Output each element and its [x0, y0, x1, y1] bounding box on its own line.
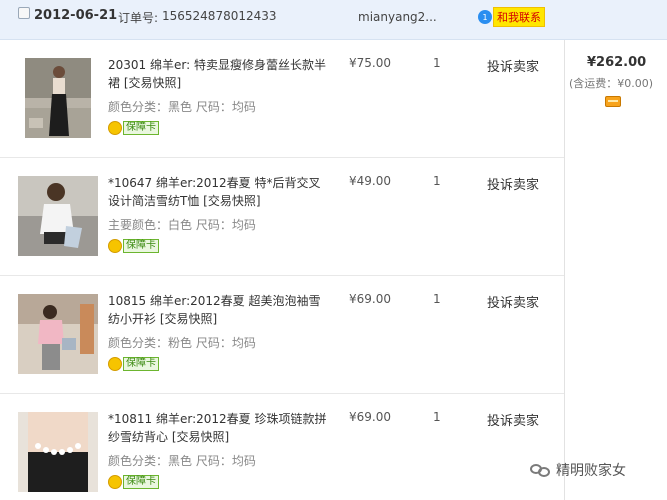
- order-item-row: 10815 绵羊er:2012春夏 超美泡泡袖雪纺小开衫 [交易快照] 颜色分类…: [0, 276, 564, 394]
- order-date: 2012-06-21: [34, 8, 118, 23]
- guarantee-icon: [108, 121, 122, 135]
- guarantee-card-badge[interactable]: 保障卡: [108, 356, 159, 372]
- wechat-icon: [530, 462, 552, 478]
- guarantee-label: 保障卡: [123, 475, 159, 489]
- product-quantity: 1: [433, 174, 441, 188]
- order-item-row: *10647 绵羊er:2012春夏 特*后背交叉设计简洁雪纺T恤 [交易快照]…: [0, 158, 564, 276]
- guarantee-card-badge[interactable]: 保障卡: [108, 120, 159, 136]
- order-item-row: *10811 绵羊er:2012春夏 珍珠项链款拼纱雪纺背心 [交易快照] 颜色…: [0, 394, 564, 500]
- order-total-column: ¥262.00 (含运费：¥0.00): [564, 40, 667, 500]
- product-thumbnail[interactable]: [18, 412, 98, 492]
- chat-bubble-icon: 1: [478, 10, 492, 24]
- guarantee-icon: [108, 475, 122, 489]
- order-checkbox[interactable]: [18, 7, 30, 19]
- product-price: ¥49.00: [349, 174, 391, 188]
- product-thumbnail[interactable]: [25, 58, 91, 138]
- complain-seller-link[interactable]: 投诉卖家: [487, 410, 539, 429]
- shipping-fee-note: (含运费：¥0.00): [569, 77, 654, 90]
- guarantee-label: 保障卡: [123, 357, 159, 371]
- product-thumbnail[interactable]: [18, 294, 98, 374]
- order-number: 156524878012433: [162, 9, 277, 23]
- order-total-amount: ¥262.00: [587, 55, 647, 70]
- product-title-link[interactable]: *10811 绵羊er:2012春夏 珍珠项链款拼纱雪纺背心 [交易快照]: [108, 410, 330, 446]
- product-attributes: 颜色分类：粉色 尺码：均码: [108, 336, 256, 350]
- payment-card-icon[interactable]: [605, 96, 621, 107]
- guarantee-label: 保障卡: [123, 239, 159, 253]
- product-attributes: 主要颜色：白色 尺码：均码: [108, 218, 256, 232]
- product-attributes: 颜色分类：黑色 尺码：均码: [108, 454, 256, 468]
- product-price: ¥69.00: [349, 292, 391, 306]
- product-quantity: 1: [433, 292, 441, 306]
- order-number-label: 订单号:: [118, 11, 159, 25]
- guarantee-label: 保障卡: [123, 121, 159, 135]
- product-price: ¥69.00: [349, 410, 391, 424]
- contact-seller-button[interactable]: 1 和我联系: [478, 7, 545, 27]
- watermark: 精明败家女: [530, 458, 626, 482]
- complain-seller-link[interactable]: 投诉卖家: [487, 174, 539, 193]
- guarantee-icon: [108, 239, 122, 253]
- product-quantity: 1: [433, 410, 441, 424]
- product-title-link[interactable]: *10647 绵羊er:2012春夏 特*后背交叉设计简洁雪纺T恤 [交易快照]: [108, 174, 330, 210]
- complain-seller-link[interactable]: 投诉卖家: [487, 292, 539, 311]
- guarantee-card-badge[interactable]: 保障卡: [108, 238, 159, 254]
- seller-name-link[interactable]: mianyang2...: [358, 10, 437, 24]
- order-item-row: 20301 绵羊er: 特卖显瘦修身蕾丝长款半裙 [交易快照] 颜色分类：黑色 …: [0, 40, 564, 158]
- watermark-text: 精明败家女: [556, 463, 626, 479]
- product-attributes: 颜色分类：黑色 尺码：均码: [108, 100, 256, 114]
- order-header: 2012-06-21 订单号: 156524878012433 mianyang…: [0, 0, 667, 40]
- product-quantity: 1: [433, 56, 441, 70]
- guarantee-icon: [108, 357, 122, 371]
- product-thumbnail[interactable]: [18, 176, 98, 256]
- complain-seller-link[interactable]: 投诉卖家: [487, 56, 539, 75]
- guarantee-card-badge[interactable]: 保障卡: [108, 474, 159, 490]
- product-price: ¥75.00: [349, 56, 391, 70]
- product-title-link[interactable]: 10815 绵羊er:2012春夏 超美泡泡袖雪纺小开衫 [交易快照]: [108, 292, 330, 328]
- contact-seller-label: 和我联系: [493, 7, 545, 27]
- product-title-link[interactable]: 20301 绵羊er: 特卖显瘦修身蕾丝长款半裙 [交易快照]: [108, 56, 330, 92]
